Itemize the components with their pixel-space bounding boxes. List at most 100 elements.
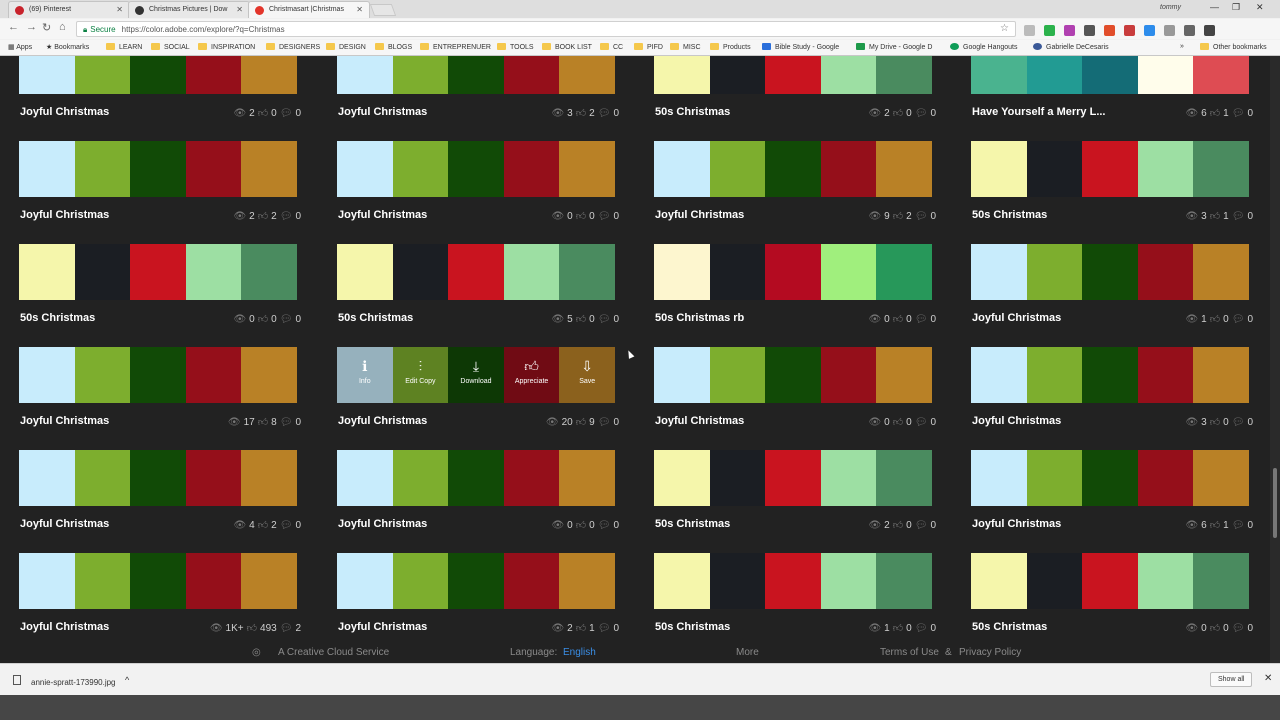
thumbs-up-icon[interactable]: 👍︎ [576,210,586,222]
thumbs-up-icon[interactable]: 👍︎ [258,210,268,222]
extension-icon[interactable] [1184,25,1195,36]
color-swatches[interactable] [19,450,297,506]
bookmark-folder[interactable]: BLOGS [375,43,412,51]
color-swatches[interactable] [19,244,297,300]
new-tab-button[interactable] [369,4,397,16]
color-swatches[interactable] [971,141,1249,197]
theme-title[interactable]: 50s Christmas [655,621,730,633]
theme-title[interactable]: Joyful Christmas [20,415,109,427]
info-button[interactable]: ℹ Info [337,347,393,395]
theme-title[interactable]: 50s Christmas [655,106,730,118]
maximize-icon[interactable]: ❐ [1232,2,1240,13]
comment-icon[interactable]: 💬︎ [915,108,928,119]
theme-title[interactable]: 50s Christmas [20,312,95,324]
thumbs-up-icon[interactable]: 👍︎ [576,519,586,531]
color-swatches[interactable] [337,553,615,609]
thumbs-up-icon[interactable]: 👍︎ [1210,107,1220,119]
theme-card[interactable]: Joyful Christmas 👁︎ 17 👍︎ 8 💬︎ 0 [19,347,301,428]
close-window-icon[interactable]: ✕ [1256,2,1264,13]
theme-card[interactable]: Joyful Christmas 👁︎ 9 👍︎ 2 💬︎ 0 [654,141,936,222]
tab-pinterest[interactable]: (69) Pinterest ✕ [8,1,130,18]
comment-icon[interactable]: 💬︎ [598,520,611,531]
comment-icon[interactable]: 💬︎ [1232,314,1245,325]
comment-icon[interactable]: 💬︎ [598,417,611,428]
theme-card[interactable]: Have Yourself a Merry L... 👁︎ 6 👍︎ 1 💬︎ 0 [971,56,1253,119]
comment-icon[interactable]: 💬︎ [598,108,611,119]
tab-christmasart[interactable]: Christmasart |Christmas ✕ [248,1,370,18]
color-swatches[interactable] [337,56,615,94]
theme-card[interactable]: 50s Christmas rb 👁︎ 0 👍︎ 0 💬︎ 0 [654,244,936,325]
bookmark-item[interactable]: Gabrielle DeCesaris [1033,43,1109,51]
bookmark-folder[interactable]: SOCIAL [151,43,190,51]
theme-title[interactable]: Joyful Christmas [655,415,744,427]
thumbs-up-icon[interactable]: 👍︎ [893,210,903,222]
download-filename[interactable]: annie-spratt-173990.jpg [31,678,116,687]
bookmark-item[interactable]: My Drive - Google D [856,43,932,51]
comment-icon[interactable]: 💬︎ [1232,417,1245,428]
color-swatches[interactable] [971,553,1249,609]
theme-card[interactable]: Joyful Christmas 👁︎ 1K+ 👍︎ 493 💬︎ 2 [19,553,301,634]
theme-card[interactable]: ℹ Info ⫶ Edit Copy ⤓ Download 👍︎ Appreciate ⇩ Sav… [337,347,619,428]
theme-card[interactable]: 50s Christmas 👁︎ 0 👍︎ 0 💬︎ 0 [971,553,1253,634]
theme-title[interactable]: Joyful Christmas [972,312,1061,324]
comment-icon[interactable]: 💬︎ [598,314,611,325]
theme-card[interactable]: Joyful Christmas 👁︎ 0 👍︎ 0 💬︎ 0 [654,347,936,428]
color-swatches[interactable] [19,56,297,94]
comment-icon[interactable]: 💬︎ [915,520,928,531]
extension-icon[interactable] [1044,25,1055,36]
tab-christmas-pictures[interactable]: Christmas Pictures | Dow ✕ [128,1,250,18]
theme-card[interactable]: Joyful Christmas 👁︎ 6 👍︎ 1 💬︎ 0 [971,450,1253,531]
home-icon[interactable]: ⌂ [59,21,66,33]
bookmark-star-icon[interactable]: ☆ [1000,23,1009,34]
theme-card[interactable]: Joyful Christmas 👁︎ 3 👍︎ 2 💬︎ 0 [337,56,619,119]
theme-title[interactable]: Joyful Christmas [972,518,1061,530]
thumbs-up-icon[interactable]: 👍︎ [1210,313,1220,325]
appreciate-button[interactable]: 👍︎ Appreciate [504,347,560,395]
minimize-icon[interactable]: — [1210,2,1219,12]
color-swatches[interactable] [654,347,932,403]
theme-title[interactable]: Joyful Christmas [338,518,427,530]
color-swatches[interactable] [971,450,1249,506]
comment-icon[interactable]: 💬︎ [915,417,928,428]
comment-icon[interactable]: 💬︎ [280,417,293,428]
theme-title[interactable]: 50s Christmas [972,621,1047,633]
address-bar[interactable]: 🔒︎ Secure https://color.adobe.com/explore/… [76,21,1016,37]
bookmark-folder[interactable]: Products [710,43,751,51]
menu-icon[interactable] [1204,25,1215,36]
thumbs-up-icon[interactable]: 👍︎ [258,107,268,119]
bookmark-folder[interactable]: BOOK LIST [542,43,592,51]
theme-card[interactable]: 50s Christmas 👁︎ 3 👍︎ 1 💬︎ 0 [971,141,1253,222]
theme-card[interactable]: 50s Christmas 👁︎ 5 👍︎ 0 💬︎ 0 [337,244,619,325]
theme-title[interactable]: Joyful Christmas [338,209,427,221]
color-swatches[interactable] [971,347,1249,403]
color-swatches[interactable] [654,244,932,300]
bookmark-item[interactable]: Bible Study - Google [762,43,839,51]
chevron-up-icon[interactable]: ^ [125,675,129,685]
bookmark-folder[interactable]: TOOLS [497,43,534,51]
apps-bookmark[interactable]: ▦ Apps [8,43,32,51]
theme-title[interactable]: Joyful Christmas [20,106,109,118]
theme-title[interactable]: Joyful Christmas [655,209,744,221]
comment-icon[interactable]: 💬︎ [1232,623,1245,634]
extension-icon[interactable] [1024,25,1035,36]
bookmark-folder[interactable]: MISC [670,43,701,51]
thumbs-up-icon[interactable]: 👍︎ [1210,519,1220,531]
theme-card[interactable]: Joyful Christmas 👁︎ 4 👍︎ 2 💬︎ 0 [19,450,301,531]
back-icon[interactable]: ← [8,21,19,33]
theme-card[interactable]: 50s Christmas 👁︎ 1 👍︎ 0 💬︎ 0 [654,553,936,634]
thumbs-up-icon[interactable]: 👍︎ [893,313,903,325]
bookmark-folder[interactable]: PIFD [634,43,663,51]
theme-title[interactable]: Joyful Christmas [20,518,109,530]
comment-icon[interactable]: 💬︎ [915,623,928,634]
extension-icon[interactable] [1084,25,1095,36]
comment-icon[interactable]: 💬︎ [280,314,293,325]
color-swatches[interactable] [654,141,932,197]
comment-icon[interactable]: 💬︎ [1232,520,1245,531]
theme-card[interactable]: 50s Christmas 👁︎ 2 👍︎ 0 💬︎ 0 [654,450,936,531]
color-swatches[interactable] [654,450,932,506]
language-selector[interactable]: English [563,647,596,658]
comment-icon[interactable]: 💬︎ [598,623,611,634]
color-swatches[interactable] [337,141,615,197]
theme-title[interactable]: Joyful Christmas [338,106,427,118]
reload-icon[interactable]: ↻ [42,21,51,34]
